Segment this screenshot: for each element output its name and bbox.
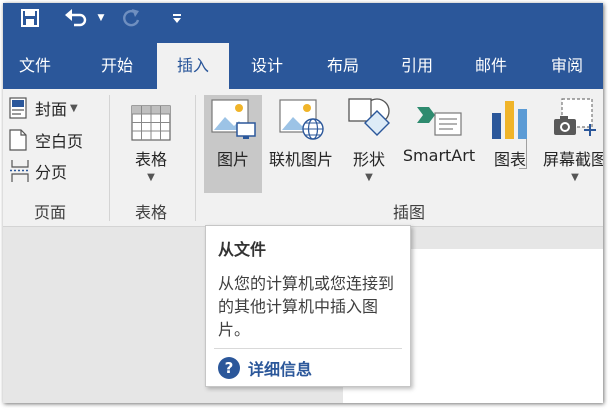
tooltip-description: 从您的计算机或您连接到的其他计算机中插入图片。 bbox=[218, 274, 395, 339]
shapes-button[interactable]: 形状 ▼ bbox=[343, 95, 395, 193]
tables-group-label: 表格 bbox=[134, 203, 167, 222]
page-margin-mark bbox=[519, 139, 527, 169]
smartart-button[interactable]: SmartArt bbox=[397, 95, 481, 193]
picture-label: 图片 bbox=[216, 150, 249, 169]
blank-page-label: 空白页 bbox=[35, 132, 84, 151]
picture-tooltip: 从文件 从您的计算机或您连接到的其他计算机中插入图片。 ? 详细信息 bbox=[205, 225, 411, 387]
chevron-down-icon: ▼ bbox=[147, 172, 155, 183]
tooltip-title: 从文件 bbox=[218, 240, 267, 259]
cover-page-button[interactable]: 封面 ▼ bbox=[9, 93, 78, 123]
group-separator bbox=[109, 95, 110, 221]
tab-home[interactable]: 开始 bbox=[85, 43, 149, 89]
shapes-label: 形状 bbox=[352, 150, 385, 169]
page-break-icon bbox=[9, 159, 31, 183]
screenshot-label: 屏幕截图 bbox=[542, 150, 603, 169]
online-picture-icon bbox=[277, 95, 325, 141]
word-window: ▼ 文件 开始 插入 设计 布局 引用 邮件 审阅 封面 ▼ 空白页 分页 页面… bbox=[3, 3, 603, 403]
picture-icon bbox=[209, 95, 257, 141]
online-picture-label: 联机图片 bbox=[268, 150, 333, 169]
ribbon-insert: 封面 ▼ 空白页 分页 页面 表格 ▼ 表格 图片 联机图片 形状 ▼ Smar… bbox=[3, 89, 603, 227]
undo-icon[interactable] bbox=[61, 3, 91, 33]
tab-layout[interactable]: 布局 bbox=[311, 43, 375, 89]
customize-toolbar-icon[interactable] bbox=[167, 3, 187, 33]
table-icon bbox=[131, 95, 171, 141]
page-break-label: 分页 bbox=[35, 163, 68, 182]
pages-group-label: 页面 bbox=[33, 203, 66, 222]
blank-page-button[interactable]: 空白页 bbox=[9, 125, 83, 155]
cover-page-label: 封面 bbox=[35, 100, 68, 119]
tell-me-more-link[interactable]: ? 详细信息 bbox=[218, 356, 312, 380]
tooltip-divider bbox=[214, 348, 402, 349]
tab-review[interactable]: 审阅 bbox=[535, 43, 599, 89]
group-separator bbox=[195, 95, 196, 221]
chevron-down-icon: ▼ bbox=[365, 172, 373, 183]
tab-insert[interactable]: 插入 bbox=[157, 43, 229, 89]
shapes-icon bbox=[345, 95, 393, 141]
screenshot-icon bbox=[552, 95, 598, 141]
cover-page-icon bbox=[9, 96, 31, 120]
help-icon: ? bbox=[218, 357, 240, 379]
redo-icon[interactable] bbox=[117, 3, 145, 33]
chevron-down-icon: ▼ bbox=[571, 172, 579, 183]
smartart-icon bbox=[415, 95, 463, 141]
chart-icon bbox=[490, 95, 530, 141]
save-icon[interactable] bbox=[17, 3, 43, 33]
picture-button[interactable]: 图片 bbox=[204, 95, 262, 193]
table-button[interactable]: 表格 ▼ bbox=[123, 95, 179, 193]
ribbon-tabs: 文件 开始 插入 设计 布局 引用 邮件 审阅 bbox=[3, 43, 603, 89]
tab-references[interactable]: 引用 bbox=[385, 43, 449, 89]
undo-dropdown-icon[interactable]: ▼ bbox=[93, 3, 109, 33]
screenshot-button[interactable]: 屏幕截图 ▼ bbox=[539, 95, 603, 193]
chevron-down-icon: ▼ bbox=[70, 102, 78, 114]
tab-mailings[interactable]: 邮件 bbox=[459, 43, 523, 89]
table-label: 表格 bbox=[134, 150, 167, 169]
online-picture-button[interactable]: 联机图片 bbox=[263, 95, 339, 193]
tell-me-more-label: 详细信息 bbox=[248, 360, 313, 379]
page-break-button[interactable]: 分页 bbox=[9, 156, 67, 186]
blank-page-icon bbox=[9, 128, 31, 152]
tab-file[interactable]: 文件 bbox=[3, 43, 67, 89]
illustrations-group-label: 插图 bbox=[392, 203, 425, 222]
smartart-label: SmartArt bbox=[402, 146, 476, 165]
quick-access-toolbar: ▼ bbox=[3, 3, 603, 43]
tab-design[interactable]: 设计 bbox=[235, 43, 299, 89]
